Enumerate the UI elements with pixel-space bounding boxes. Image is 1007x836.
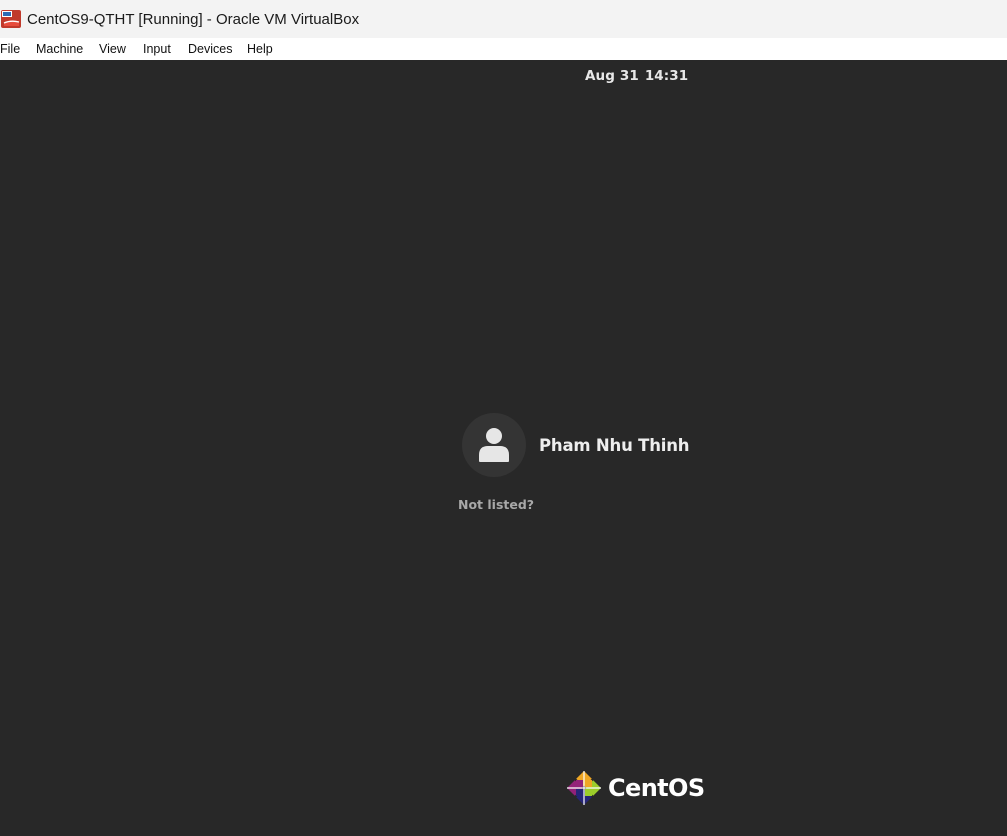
clock-time: 14:31 [644,68,689,84]
not-listed-button[interactable]: Not listed? [458,496,534,514]
clock-date: Aug 31 [585,68,639,84]
menubar: File Machine View Input Devices Help [0,38,1007,60]
user-name: Pham Nhu Thinh [539,435,690,455]
menu-machine[interactable]: Machine [36,38,83,60]
avatar [462,413,526,477]
window-titlebar[interactable]: CentOS9-QTHT [Running] - Oracle VM Virtu… [0,0,1007,38]
menu-file[interactable]: File [0,38,20,60]
brand-text: CentOS [608,774,705,802]
vm-display[interactable]: Aug 31 14:31 Pham Nhu Thinh Not listed? [0,60,1007,836]
top-bar-clock[interactable]: Aug 31 14:31 [585,67,688,85]
menu-input[interactable]: Input [143,38,171,60]
menu-help[interactable]: Help [247,38,273,60]
user-list-item[interactable]: Pham Nhu Thinh [462,413,690,477]
window-title: CentOS9-QTHT [Running] - Oracle VM Virtu… [27,11,360,28]
centos-branding: CentOS [566,769,705,807]
virtualbox-icon [1,9,21,29]
user-icon [479,428,509,462]
menu-view[interactable]: View [99,38,126,60]
centos-logo-icon [567,771,601,805]
menu-devices[interactable]: Devices [188,38,232,60]
